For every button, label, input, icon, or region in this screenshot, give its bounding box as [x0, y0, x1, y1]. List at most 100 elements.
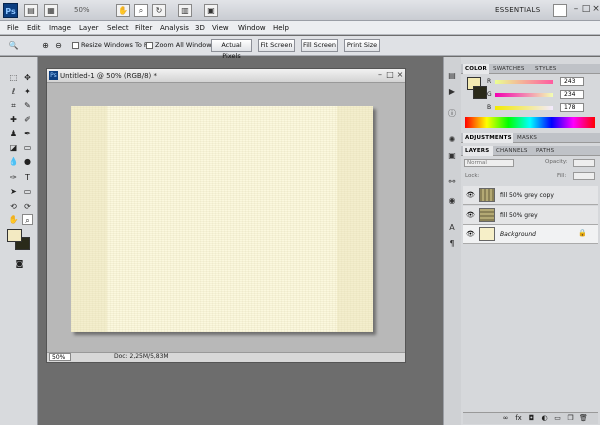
- menu-image[interactable]: Image: [49, 22, 71, 34]
- new-group-icon[interactable]: ▭: [552, 413, 563, 424]
- add-mask-icon[interactable]: ◘: [526, 413, 537, 424]
- pen-tool-icon[interactable]: ✑: [8, 172, 19, 183]
- menu-select[interactable]: Select: [107, 22, 129, 34]
- close-icon[interactable]: ×: [590, 4, 600, 16]
- tab-paths[interactable]: PATHS: [536, 146, 562, 156]
- new-layer-icon[interactable]: ❐: [565, 413, 576, 424]
- brush-tool-icon[interactable]: ✐: [22, 114, 33, 125]
- character-icon[interactable]: A: [446, 222, 458, 234]
- history-brush-icon[interactable]: ✒: [22, 128, 33, 139]
- crop-tool-icon[interactable]: ⌗: [8, 100, 19, 111]
- hand-tool-icon[interactable]: ✋: [8, 214, 19, 225]
- clone-stamp-icon[interactable]: ♟: [8, 128, 19, 139]
- shape-tool-icon[interactable]: ▭: [22, 186, 33, 197]
- fit-screen-button[interactable]: Fit Screen: [258, 39, 295, 52]
- type-tool-icon[interactable]: T: [22, 172, 33, 183]
- navigator-icon[interactable]: ◉: [446, 195, 458, 207]
- tab-color[interactable]: COLOR: [463, 64, 489, 74]
- resize-windows-checkbox[interactable]: [72, 42, 79, 49]
- eye-icon[interactable]: 👁: [466, 230, 475, 238]
- menu-window[interactable]: Window: [238, 22, 266, 34]
- path-selection-icon[interactable]: ➤: [8, 186, 19, 197]
- brushes-icon[interactable]: ✺: [446, 134, 458, 146]
- tool-presets-icon[interactable]: ⚯: [446, 176, 458, 188]
- magic-wand-icon[interactable]: ✦: [22, 86, 33, 97]
- arrange-documents-icon[interactable]: ▥: [178, 4, 192, 17]
- adjustment-layer-icon[interactable]: ◐: [539, 413, 550, 424]
- green-value[interactable]: 234: [560, 90, 584, 99]
- doc-size-info[interactable]: Doc: 2,25M/5,83M: [114, 353, 169, 361]
- tab-channels[interactable]: CHANNELS: [496, 146, 532, 156]
- bridge-icon[interactable]: ▤: [24, 4, 38, 17]
- zoom-level-select[interactable]: 50%: [74, 4, 108, 17]
- blend-mode-select[interactable]: Normal: [464, 159, 514, 167]
- marquee-tool-icon[interactable]: ⬚: [8, 72, 19, 83]
- dodge-tool-icon[interactable]: ●: [22, 156, 33, 167]
- menu-3d[interactable]: 3D: [195, 22, 205, 34]
- rotate-view-icon[interactable]: ↻: [152, 4, 166, 17]
- zoom-out-icon[interactable]: ⊖: [53, 40, 64, 51]
- zoom-tool-icon[interactable]: ⌕: [22, 214, 33, 225]
- blue-slider[interactable]: [495, 106, 553, 110]
- delete-layer-icon[interactable]: 🗑: [578, 413, 589, 424]
- fill-field[interactable]: [573, 172, 595, 180]
- tab-masks[interactable]: MASKS: [517, 133, 543, 143]
- blue-label: B: [487, 104, 492, 111]
- menu-layer[interactable]: Layer: [79, 22, 99, 34]
- screen-mode-icon[interactable]: ▣: [204, 4, 218, 17]
- color-bg-swatch[interactable]: [473, 86, 487, 99]
- opacity-field[interactable]: [573, 159, 595, 167]
- link-layers-icon[interactable]: ∞: [500, 413, 511, 424]
- eye-icon[interactable]: 👁: [466, 211, 475, 219]
- eye-icon[interactable]: 👁: [466, 191, 475, 199]
- tab-styles[interactable]: STYLES: [535, 64, 563, 74]
- actions-icon[interactable]: ▶: [446, 86, 458, 98]
- print-size-button[interactable]: Print Size: [344, 39, 380, 52]
- red-value[interactable]: 243: [560, 77, 584, 86]
- menu-edit[interactable]: Edit: [27, 22, 41, 34]
- fill-screen-button[interactable]: Fill Screen: [301, 39, 338, 52]
- eraser-tool-icon[interactable]: ◪: [8, 142, 19, 153]
- blur-tool-icon[interactable]: 💧: [8, 156, 19, 167]
- clone-source-icon[interactable]: ▣: [446, 150, 458, 162]
- doc-zoom-field[interactable]: 50%: [49, 353, 71, 361]
- layer-style-icon[interactable]: fx: [513, 413, 524, 424]
- actual-pixels-button[interactable]: Actual Pixels: [211, 39, 252, 60]
- zoom-in-icon[interactable]: ⊕: [40, 40, 51, 51]
- search-icon[interactable]: [553, 4, 567, 17]
- history-icon[interactable]: ▤: [446, 70, 458, 82]
- tab-adjustments[interactable]: ADJUSTMENTS: [463, 133, 513, 143]
- doc-close-icon[interactable]: ×: [394, 70, 406, 82]
- 3d-orbit-icon[interactable]: ⟳: [22, 201, 33, 212]
- document-status-bar: [47, 352, 405, 362]
- zoom-tool-icon[interactable]: ⌕: [134, 4, 148, 17]
- zoom-all-windows-checkbox[interactable]: [146, 42, 153, 49]
- document-canvas[interactable]: [71, 106, 373, 332]
- workspace-switcher[interactable]: ESSENTIALS: [495, 4, 551, 17]
- 3d-rotate-icon[interactable]: ⟲: [8, 201, 19, 212]
- menu-file[interactable]: File: [7, 22, 19, 34]
- paragraph-icon[interactable]: ¶: [446, 238, 458, 250]
- lasso-tool-icon[interactable]: ℓ: [8, 86, 19, 97]
- zoom-tool-preset-icon[interactable]: 🔍: [8, 40, 19, 51]
- gradient-tool-icon[interactable]: ▭: [22, 142, 33, 153]
- healing-brush-icon[interactable]: ✚: [8, 114, 19, 125]
- menu-filter[interactable]: Filter: [135, 22, 152, 34]
- quick-mask-icon[interactable]: ◙: [14, 258, 25, 269]
- menu-help[interactable]: Help: [273, 22, 289, 34]
- hand-tool-icon[interactable]: ✋: [116, 4, 130, 17]
- info-icon[interactable]: ⓘ: [446, 108, 458, 120]
- red-slider[interactable]: [495, 80, 553, 84]
- foreground-color-swatch[interactable]: [7, 229, 22, 242]
- eyedropper-icon[interactable]: ✎: [22, 100, 33, 111]
- color-ramp[interactable]: [465, 117, 595, 128]
- menu-view[interactable]: View: [212, 22, 229, 34]
- lock-label: Lock:: [465, 173, 480, 179]
- menu-analysis[interactable]: Analysis: [160, 22, 189, 34]
- blue-value[interactable]: 178: [560, 103, 584, 112]
- tab-swatches[interactable]: SWATCHES: [493, 64, 529, 74]
- tab-layers[interactable]: LAYERS: [463, 146, 493, 156]
- mini-bridge-icon[interactable]: ▦: [44, 4, 58, 17]
- move-tool-icon[interactable]: ✥: [22, 72, 33, 83]
- green-slider[interactable]: [495, 93, 553, 97]
